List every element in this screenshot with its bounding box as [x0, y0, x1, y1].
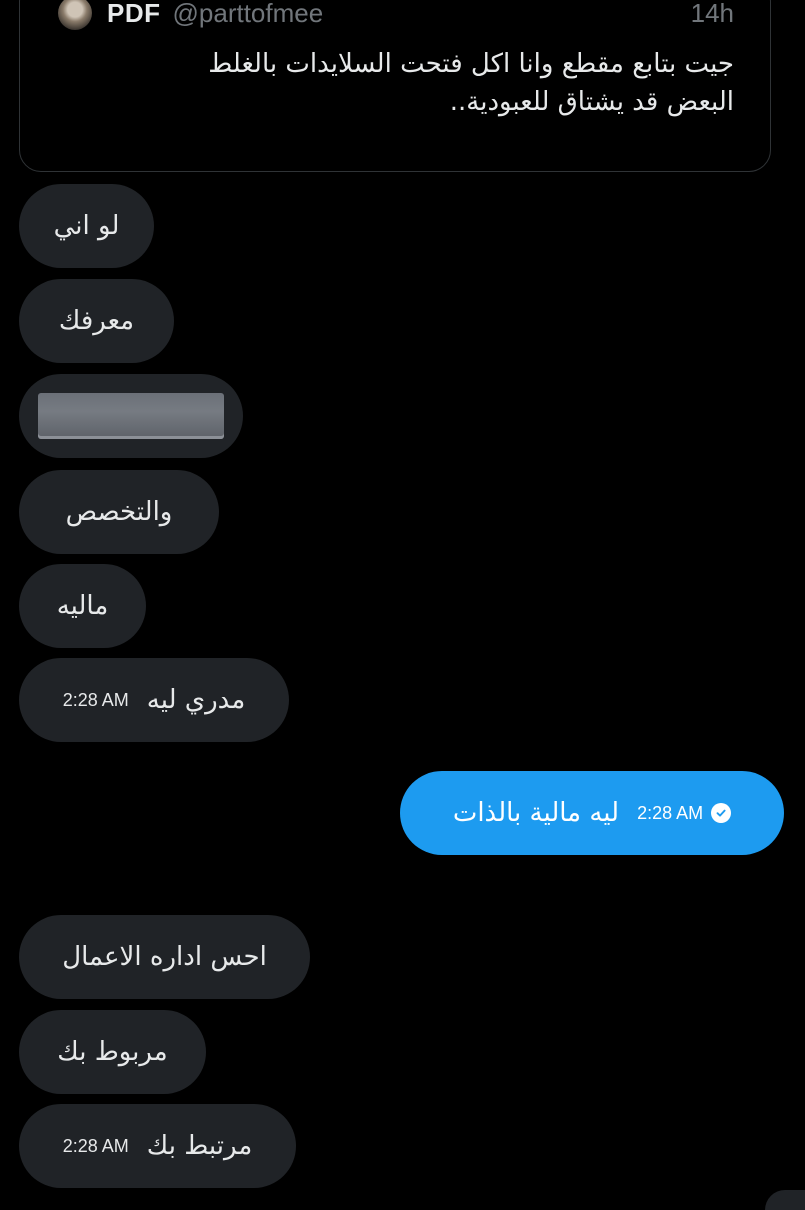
message-bubble[interactable]: 2:28 AM مدري ليه [19, 658, 289, 742]
message-timestamp: 2:28 AM [62, 1135, 129, 1156]
message-bubble-redacted[interactable] [19, 374, 243, 458]
next-message-fragment [765, 1190, 805, 1210]
message-bubble-sent[interactable]: ليه مالية بالذات 2:28 AM [400, 771, 784, 855]
quoted-tweet-line-2: البعض قد يشتاق للعبودية.. [449, 87, 734, 117]
sent-check-icon [711, 803, 732, 823]
message-timestamp: 2:28 AM [637, 802, 704, 823]
message-bubble[interactable]: 2:28 AM مرتبط بك [19, 1104, 296, 1188]
message-text: احس اداره الاعمال [62, 942, 267, 972]
author-display-name: PDF [107, 0, 161, 28]
message-timestamp: 2:28 AM [62, 689, 129, 710]
message-bubble[interactable]: معرفك [19, 279, 174, 363]
quoted-tweet-line-1: جيت بتابع مقطع وانا اكل فتحت السلايدات ب… [208, 49, 734, 79]
quoted-tweet-card[interactable]: PDF @parttofmee 14h جيت بتابع مقطع وانا … [19, 0, 771, 172]
avatar [58, 0, 92, 30]
message-text: مرتبط بك [146, 1131, 253, 1161]
message-text: معرفك [58, 306, 135, 336]
redacted-content [38, 393, 224, 439]
message-text: مربوط بك [57, 1037, 168, 1067]
message-text: ليه مالية بالذات [452, 798, 620, 828]
message-bubble[interactable]: مربوط بك [19, 1010, 206, 1094]
message-text: ماليه [56, 591, 109, 621]
quoted-tweet-header: PDF @parttofmee 14h [58, 0, 734, 31]
message-text: والتخصص [65, 497, 173, 527]
author-handle: @parttofmee [172, 0, 324, 28]
message-bubble[interactable]: احس اداره الاعمال [19, 915, 310, 999]
message-meta: 2:28 AM [637, 802, 732, 824]
message-bubble[interactable]: والتخصص [19, 470, 219, 554]
message-text: مدري ليه [146, 685, 246, 715]
message-bubble[interactable]: لو اني [19, 184, 154, 268]
message-bubble[interactable]: ماليه [19, 564, 146, 648]
tweet-timestamp: 14h [690, 0, 734, 28]
message-text: لو اني [53, 211, 120, 241]
quoted-tweet-text: جيت بتابع مقطع وانا اكل فتحت السلايدات ب… [94, 45, 734, 121]
